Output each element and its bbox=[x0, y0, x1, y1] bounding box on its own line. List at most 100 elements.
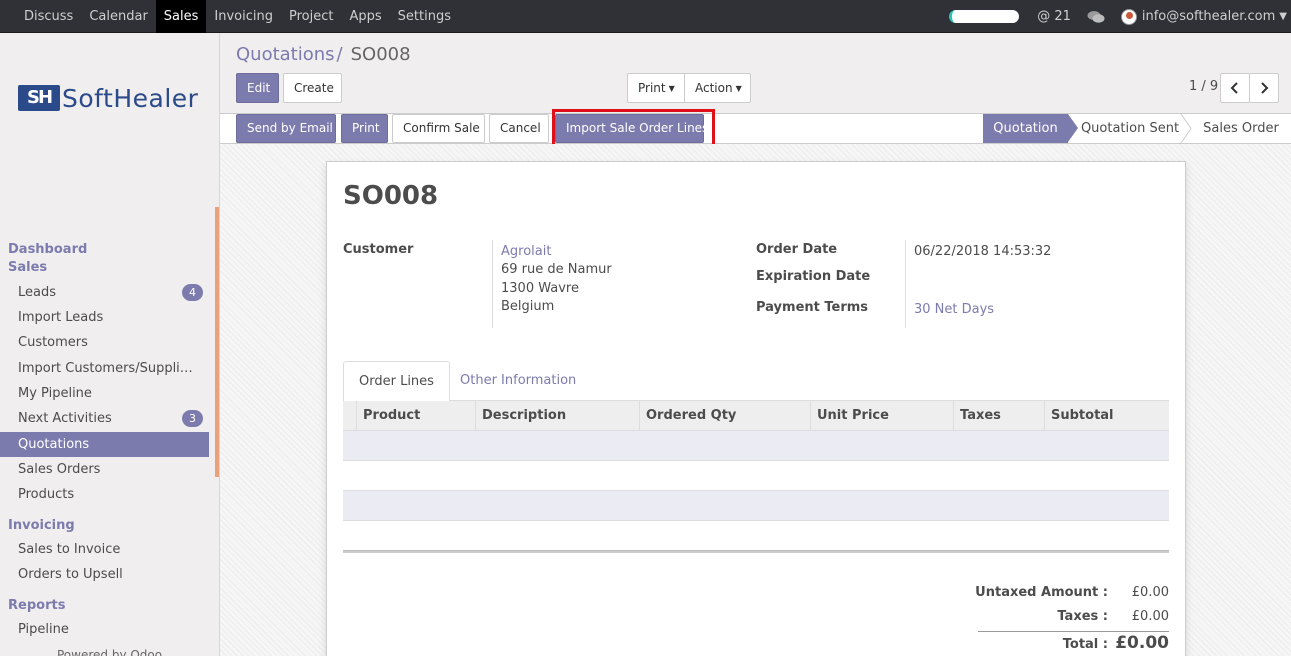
breadcrumb: Quotations / SO008 bbox=[236, 44, 411, 65]
sidebar-item-label: Customers bbox=[18, 335, 88, 350]
sidebar-item-quotations[interactable]: Quotations bbox=[0, 432, 209, 457]
sidebar-section-dashboard[interactable]: Dashboard bbox=[8, 242, 87, 257]
sidebar-item-label: Import Customers/Suppli… bbox=[18, 361, 193, 376]
logo-text: SoftHealer bbox=[62, 83, 199, 113]
sidebar-section-invoicing: Invoicing bbox=[8, 518, 75, 533]
sidebar-item-label: Products bbox=[18, 487, 75, 502]
customer-label: Customer bbox=[343, 242, 414, 257]
sidebar-item-customers[interactable]: Customers bbox=[0, 330, 209, 355]
payment-terms-link[interactable]: 30 Net Days bbox=[914, 302, 994, 317]
sidebar-item-sales-orders[interactable]: Sales Orders bbox=[0, 457, 209, 482]
company-logo: SH SoftHealer bbox=[18, 83, 203, 113]
untaxed-amount-label: Untaxed Amount : bbox=[975, 585, 1108, 600]
pager-previous-button[interactable] bbox=[1220, 73, 1250, 103]
customer-link[interactable]: Agrolait bbox=[501, 244, 551, 259]
tab-order-lines[interactable]: Order Lines bbox=[343, 361, 450, 402]
menu-apps[interactable]: Apps bbox=[341, 0, 389, 33]
create-button[interactable]: Create bbox=[283, 73, 342, 103]
sidebar-item-label: My Pipeline bbox=[18, 386, 92, 401]
field-divider bbox=[492, 240, 493, 328]
table-row bbox=[343, 491, 1169, 521]
menu-calendar[interactable]: Calendar bbox=[81, 0, 155, 33]
send-by-email-button[interactable]: Send by Email bbox=[236, 114, 336, 143]
sidebar-item-pipeline[interactable]: Pipeline bbox=[0, 617, 209, 642]
column-taxes[interactable]: Taxes bbox=[953, 401, 1044, 431]
column-description[interactable]: Description bbox=[475, 401, 639, 431]
print-button[interactable]: Print bbox=[341, 114, 388, 143]
column-subtotal[interactable]: Subtotal bbox=[1044, 401, 1169, 431]
user-avatar[interactable] bbox=[1120, 8, 1137, 25]
badge-count: 3 bbox=[182, 410, 203, 427]
payment-terms-label: Payment Terms bbox=[756, 300, 869, 315]
sidebar-item-next-activities[interactable]: Next Activities 3 bbox=[0, 406, 209, 431]
sidebar-item-label: Import Leads bbox=[18, 310, 104, 325]
sidebar-item-my-pipeline[interactable]: My Pipeline bbox=[0, 381, 209, 406]
pager-value[interactable]: 1 / 9 bbox=[1189, 79, 1218, 94]
top-navbar: Discuss Calendar Sales Invoicing Project… bbox=[0, 0, 1291, 33]
sidebar-item-label: Next Activities bbox=[18, 411, 112, 426]
sidebar-item-label: Orders to Upsell bbox=[18, 567, 123, 582]
column-product[interactable]: Product bbox=[356, 401, 475, 431]
pager-next-button[interactable] bbox=[1249, 73, 1279, 103]
confirm-sale-button[interactable]: Confirm Sale bbox=[392, 114, 485, 143]
action-dropdown[interactable]: Action ▼ bbox=[684, 73, 751, 103]
column-unit-price[interactable]: Unit Price bbox=[810, 401, 953, 431]
powered-by[interactable]: Powered by Odoo bbox=[57, 648, 162, 656]
menu-sales[interactable]: Sales bbox=[155, 0, 207, 33]
total-label: Total : bbox=[1062, 637, 1108, 652]
edit-button[interactable]: Edit bbox=[236, 73, 279, 103]
chevron-down-icon[interactable]: ▼ bbox=[1279, 11, 1287, 22]
sidebar-section-sales: Sales bbox=[8, 260, 48, 275]
app-menu: Discuss Calendar Sales Invoicing Project… bbox=[16, 0, 459, 33]
logo-mark: SH bbox=[18, 85, 60, 111]
order-lines-header: Product Description Ordered Qty Unit Pri… bbox=[343, 401, 1169, 431]
stage-quotation[interactable]: Quotation bbox=[983, 114, 1068, 143]
onboarding-progress[interactable] bbox=[949, 10, 1020, 23]
sidebar-item-label: Sales to Invoice bbox=[18, 542, 121, 557]
untaxed-amount-value: £0.00 bbox=[1131, 585, 1169, 600]
sidebar-item-products[interactable]: Products bbox=[0, 482, 209, 507]
chevron-right-icon bbox=[1261, 82, 1269, 94]
sidebar-item-orders-to-upsell[interactable]: Orders to Upsell bbox=[0, 562, 209, 587]
stage-separator bbox=[1180, 114, 1192, 143]
address-country: Belgium bbox=[501, 299, 555, 314]
print-dropdown[interactable]: Print ▼ bbox=[627, 73, 685, 103]
order-name: SO008 bbox=[343, 181, 439, 211]
breadcrumb-current: SO008 bbox=[350, 44, 411, 65]
field-divider bbox=[905, 240, 906, 328]
total-value: £0.00 bbox=[1115, 633, 1169, 653]
menu-project[interactable]: Project bbox=[281, 0, 341, 33]
menu-invoicing[interactable]: Invoicing bbox=[206, 0, 281, 33]
cancel-button[interactable]: Cancel bbox=[489, 114, 549, 143]
taxes-value: £0.00 bbox=[1131, 609, 1169, 624]
taxes-label: Taxes : bbox=[1057, 609, 1108, 624]
sidebar-scrollbar[interactable] bbox=[215, 207, 219, 477]
action-dropdown-label: Action bbox=[695, 81, 733, 95]
mentions-counter[interactable]: @ 21 bbox=[1037, 9, 1071, 24]
tab-other-information[interactable]: Other Information bbox=[445, 361, 591, 401]
stage-quotation-sent[interactable]: Quotation Sent bbox=[1080, 114, 1180, 143]
sidebar-item-label: Pipeline bbox=[18, 622, 69, 637]
expiration-date-label: Expiration Date bbox=[756, 269, 871, 284]
sidebar-section-reports: Reports bbox=[8, 598, 66, 613]
table-row bbox=[343, 461, 1169, 491]
menu-discuss[interactable]: Discuss bbox=[16, 0, 81, 33]
table-footer bbox=[343, 550, 1169, 553]
sidebar-item-sales-to-invoice[interactable]: Sales to Invoice bbox=[0, 537, 209, 562]
caret-down-icon: ▼ bbox=[668, 83, 675, 93]
sidebar-item-leads[interactable]: Leads 4 bbox=[0, 280, 209, 305]
sidebar-item-import-leads[interactable]: Import Leads bbox=[0, 305, 209, 330]
address-street: 69 rue de Namur bbox=[501, 262, 612, 277]
menu-settings[interactable]: Settings bbox=[390, 0, 459, 33]
order-date-value: 06/22/2018 14:53:32 bbox=[914, 244, 1052, 259]
address-city: 1300 Wavre bbox=[501, 281, 579, 296]
breadcrumb-quotations[interactable]: Quotations bbox=[236, 44, 335, 65]
table-row bbox=[343, 431, 1169, 461]
print-dropdown-label: Print bbox=[638, 81, 666, 95]
chat-icon[interactable] bbox=[1087, 10, 1105, 24]
stage-sales-order[interactable]: Sales Order bbox=[1195, 114, 1287, 143]
caret-down-icon: ▼ bbox=[735, 83, 742, 93]
user-email[interactable]: info@softhealer.com bbox=[1142, 9, 1275, 24]
sidebar-item-import-customers[interactable]: Import Customers/Suppli… bbox=[0, 356, 209, 381]
column-ordered-qty[interactable]: Ordered Qty bbox=[639, 401, 810, 431]
